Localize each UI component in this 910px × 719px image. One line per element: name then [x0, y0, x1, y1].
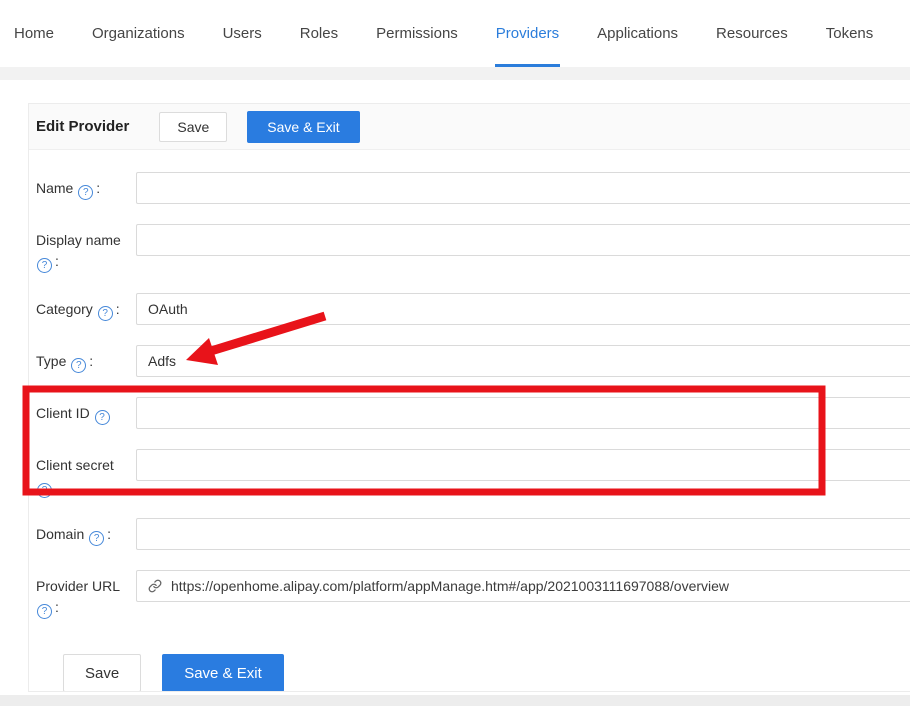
help-icon[interactable]: ?: [89, 531, 104, 546]
provider-form: Name ?: Display name ?: Category ?:: [29, 150, 910, 692]
colon: :: [89, 353, 93, 369]
category-select[interactable]: [136, 293, 910, 325]
field-row-display-name: Display name ?:: [36, 224, 910, 273]
display-name-label: Display name ?:: [36, 224, 136, 273]
help-icon[interactable]: ?: [98, 306, 113, 321]
field-row-type: Type ?:: [36, 345, 910, 377]
page-bottom-strip: [0, 695, 910, 706]
page-title: Edit Provider: [36, 118, 129, 135]
nav-item-resources[interactable]: Resources: [697, 0, 807, 67]
field-row-client-secret: Client secret ?: [36, 449, 910, 498]
provider-url-label-text: Provider URL: [36, 578, 120, 594]
save-button-top[interactable]: Save: [159, 112, 227, 142]
nav-item-roles[interactable]: Roles: [281, 0, 357, 67]
client-id-control: [136, 397, 910, 429]
field-row-domain: Domain ?:: [36, 518, 910, 550]
category-label-text: Category: [36, 301, 93, 317]
save-exit-button-bottom[interactable]: Save & Exit: [162, 654, 284, 692]
colon: :: [107, 526, 111, 542]
client-id-input[interactable]: [136, 397, 910, 429]
name-input[interactable]: [136, 172, 910, 204]
client-id-label-text: Client ID: [36, 405, 90, 421]
domain-label: Domain ?:: [36, 518, 136, 546]
category-control: [136, 293, 910, 325]
type-label-text: Type: [36, 353, 66, 369]
type-control: [136, 345, 910, 377]
nav-item-permissions[interactable]: Permissions: [357, 0, 477, 67]
provider-url-value: https://openhome.alipay.com/platform/app…: [171, 578, 729, 594]
nav-item-records[interactable]: Records: [892, 0, 910, 67]
nav-item-tokens[interactable]: Tokens: [807, 0, 893, 67]
field-row-category: Category ?:: [36, 293, 910, 325]
save-button-bottom[interactable]: Save: [63, 654, 141, 692]
help-icon[interactable]: ?: [37, 604, 52, 619]
help-icon[interactable]: ?: [78, 185, 93, 200]
top-navigation: Home Organizations Users Roles Permissio…: [0, 0, 910, 67]
name-label: Name ?:: [36, 172, 136, 200]
colon: :: [116, 301, 120, 317]
client-secret-label-text: Client secret: [36, 457, 114, 473]
colon: :: [55, 253, 59, 269]
nav-item-organizations[interactable]: Organizations: [73, 0, 204, 67]
name-control: [136, 172, 910, 204]
help-icon[interactable]: ?: [37, 483, 52, 498]
nav-item-applications[interactable]: Applications: [578, 0, 697, 67]
help-icon[interactable]: ?: [95, 410, 110, 425]
type-label: Type ?:: [36, 345, 136, 373]
nav-item-providers[interactable]: Providers: [477, 0, 578, 67]
nav-item-home[interactable]: Home: [14, 0, 73, 67]
provider-url-control: https://openhome.alipay.com/platform/app…: [136, 570, 910, 602]
client-secret-control: [136, 449, 910, 481]
nav-bottom-strip: [0, 67, 910, 80]
display-name-control: [136, 224, 910, 256]
client-secret-label: Client secret ?: [36, 449, 136, 498]
field-row-client-id: Client ID ?: [36, 397, 910, 429]
page: { "nav": { "items": ["Home", "Organizati…: [0, 0, 910, 719]
display-name-input[interactable]: [136, 224, 910, 256]
provider-url-input[interactable]: https://openhome.alipay.com/platform/app…: [136, 570, 910, 602]
category-label: Category ?:: [36, 293, 136, 321]
help-icon[interactable]: ?: [71, 358, 86, 373]
save-exit-button-top[interactable]: Save & Exit: [247, 111, 359, 143]
footer-actions: Save Save & Exit: [63, 654, 910, 692]
panel-header: Edit Provider Save Save & Exit: [29, 104, 910, 150]
field-row-name: Name ?:: [36, 172, 910, 204]
domain-input[interactable]: [136, 518, 910, 550]
domain-control: [136, 518, 910, 550]
domain-label-text: Domain: [36, 526, 84, 542]
field-row-provider-url: Provider URL ?: https://openhome.alipay.…: [36, 570, 910, 619]
nav-item-users[interactable]: Users: [204, 0, 281, 67]
client-secret-input[interactable]: [136, 449, 910, 481]
provider-url-label: Provider URL ?:: [36, 570, 136, 619]
client-id-label: Client ID ?: [36, 397, 136, 425]
display-name-label-text: Display name: [36, 232, 121, 248]
colon: :: [55, 599, 59, 615]
edit-provider-panel: Edit Provider Save Save & Exit Name ?: D…: [28, 103, 910, 692]
help-icon[interactable]: ?: [37, 258, 52, 273]
name-label-text: Name: [36, 180, 73, 196]
link-icon: [148, 579, 162, 593]
colon: :: [96, 180, 100, 196]
type-select[interactable]: [136, 345, 910, 377]
